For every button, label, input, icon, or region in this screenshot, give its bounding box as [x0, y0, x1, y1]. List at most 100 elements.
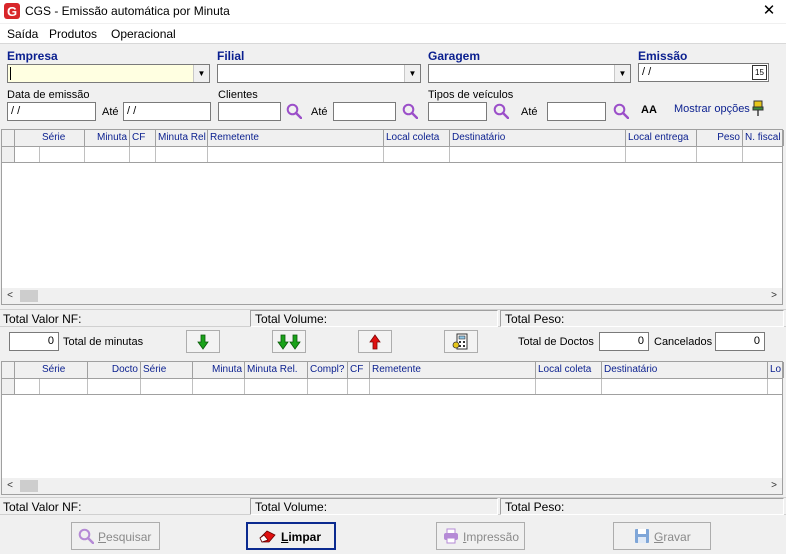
data-emissao-de-input[interactable]: / / — [7, 102, 96, 121]
grid-header[interactable]: Compl? — [308, 362, 348, 378]
grid-header[interactable]: Destinatário — [602, 362, 768, 378]
table-row[interactable] — [2, 379, 782, 395]
pin-icon[interactable] — [752, 100, 764, 117]
scroll-thumb[interactable] — [20, 290, 38, 302]
grid-cell — [208, 147, 384, 162]
chevron-down-icon[interactable]: ▼ — [614, 65, 630, 82]
mostrar-opcoes-link[interactable]: Mostrar opções — [674, 103, 750, 115]
grid-header[interactable]: Minuta — [85, 130, 130, 146]
table-row[interactable] — [2, 147, 782, 163]
scroll-right-icon[interactable]: > — [766, 478, 782, 494]
grid-header[interactable]: Série — [40, 362, 88, 378]
grid-cell — [40, 147, 85, 162]
tipos-ate-input[interactable] — [547, 102, 606, 121]
chevron-down-icon[interactable]: ▼ — [193, 65, 209, 82]
limpar-button[interactable]: Limpar — [246, 522, 336, 550]
printer-icon — [444, 528, 458, 544]
total-volume-label: Total Volume: — [255, 500, 328, 514]
grid-header[interactable]: Série — [40, 130, 85, 146]
calendar-icon[interactable]: 15 — [752, 65, 767, 80]
tipos-veiculos-label: Tipos de veículos — [428, 89, 514, 101]
title-bar: G CGS - Emissão automática por Minuta ✕ — [0, 0, 786, 23]
grid-cell — [156, 147, 208, 162]
impressao-button[interactable]: Impressão — [436, 522, 525, 550]
limpar-label: Limpar — [281, 530, 322, 544]
pesquisar-button[interactable]: Pesquisar — [71, 522, 160, 550]
grid-cell — [130, 147, 156, 162]
grid-cell — [85, 147, 130, 162]
grid-header[interactable]: CF — [348, 362, 370, 378]
minutas-grid-scrollbar[interactable]: < > — [2, 288, 782, 304]
emissao-date-input[interactable]: / / 15 — [638, 63, 769, 82]
font-size-icon[interactable]: AA — [641, 104, 657, 116]
calculator-button[interactable] — [444, 330, 478, 353]
scroll-thumb[interactable] — [20, 480, 38, 492]
svg-text:G: G — [7, 4, 17, 19]
gravar-button[interactable]: Gravar — [613, 522, 711, 550]
grid-header[interactable]: Local entrega — [626, 130, 697, 146]
clientes-label: Clientes — [218, 89, 258, 101]
grid-header[interactable]: Minuta — [193, 362, 245, 378]
documentos-grid[interactable]: Série Docto Série Minuta Minuta Rel. Com… — [1, 361, 784, 495]
window-title: CGS - Emissão automática por Minuta — [25, 4, 230, 18]
move-all-down-button[interactable] — [272, 330, 306, 353]
menu-operacional[interactable]: Operacional — [111, 27, 176, 41]
eraser-icon — [259, 530, 276, 543]
scroll-left-icon[interactable]: < — [2, 288, 18, 304]
grid-header[interactable]: Minuta Rel — [156, 130, 208, 146]
documentos-grid-scrollbar[interactable]: < > — [2, 478, 782, 494]
grid-cell — [193, 379, 245, 394]
garagem-combo[interactable]: ▼ — [428, 64, 631, 83]
move-up-button[interactable] — [358, 330, 392, 353]
filial-combo[interactable]: ▼ — [217, 64, 421, 83]
minutas-grid[interactable]: Série Minuta CF Minuta Rel Remetente Loc… — [1, 129, 784, 305]
grid-header[interactable]: Docto — [88, 362, 141, 378]
app-logo-icon: G — [4, 3, 20, 19]
grid-cell — [348, 379, 370, 394]
grid-header[interactable]: CF — [130, 130, 156, 146]
total-minutas-label: Total de minutas — [63, 336, 144, 348]
arrow-up-icon — [369, 334, 381, 350]
clientes-de-input[interactable] — [218, 102, 281, 121]
cancelados-label: Cancelados — [654, 336, 713, 348]
save-icon — [635, 529, 649, 543]
grid-header[interactable]: Local coleta — [384, 130, 450, 146]
total-peso-label: Total Peso: — [505, 312, 565, 326]
total-peso-label: Total Peso: — [505, 500, 565, 514]
grid-header[interactable]: Destinatário — [450, 130, 626, 146]
menu-separator — [0, 43, 786, 44]
grid-cell — [384, 147, 450, 162]
close-icon[interactable]: ✕ — [758, 1, 780, 21]
search-icon[interactable] — [493, 103, 509, 119]
search-icon[interactable] — [613, 103, 629, 119]
grid-cell — [370, 379, 536, 394]
search-icon[interactable] — [402, 103, 418, 119]
double-arrow-down-icon — [277, 334, 301, 350]
search-icon[interactable] — [286, 103, 302, 119]
grid-header[interactable]: Remetente — [208, 130, 384, 146]
garagem-label: Garagem — [428, 49, 481, 63]
grid-header[interactable]: Local coleta — [536, 362, 602, 378]
row-indicator — [2, 379, 15, 394]
clientes-ate-input[interactable] — [333, 102, 396, 121]
grid-cell — [450, 147, 626, 162]
menu-saida[interactable]: Saída — [7, 27, 38, 41]
grid-header[interactable]: N. fiscal — [743, 130, 784, 146]
move-one-down-button[interactable] — [186, 330, 220, 353]
chevron-down-icon[interactable]: ▼ — [404, 65, 420, 82]
menu-produtos[interactable]: Produtos — [49, 27, 97, 41]
scroll-left-icon[interactable]: < — [2, 478, 18, 494]
data-emissao-ate-input[interactable]: / / — [123, 102, 211, 121]
grid-header[interactable]: Minuta Rel. — [245, 362, 308, 378]
empresa-combo[interactable]: ▼ — [7, 64, 210, 83]
grid-header[interactable]: Peso — [697, 130, 743, 146]
grid-header[interactable]: Remetente — [370, 362, 536, 378]
calculator-icon — [452, 333, 468, 350]
grid-header[interactable]: Lo — [768, 362, 784, 378]
documentos-grid-header: Série Docto Série Minuta Minuta Rel. Com… — [2, 362, 784, 379]
scroll-right-icon[interactable]: > — [766, 288, 782, 304]
grid-cell — [141, 379, 193, 394]
grid-header[interactable]: Série — [141, 362, 193, 378]
tipos-de-input[interactable] — [428, 102, 487, 121]
total-doctos-value: 0 — [599, 332, 649, 351]
